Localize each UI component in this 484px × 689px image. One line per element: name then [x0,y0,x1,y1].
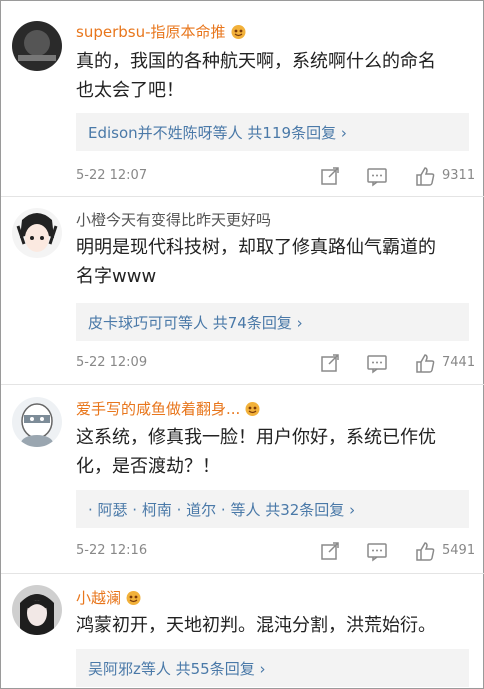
like-icon[interactable] [414,540,436,562]
comment-meta: 5-22 12:07 9311 [76,165,476,189]
timestamp: 5-22 12:16 [76,543,148,558]
reply-summary[interactable]: 吴阿邪z等人 共55条回复 › [76,649,469,687]
username-label[interactable]: 小越澜 [76,589,121,607]
reply-summary[interactable]: · 阿瑟 · 柯南 · 道尔 · 等人 共32条回复 › [76,490,469,528]
comment-text-line: 名字www [76,266,157,287]
avatar[interactable] [12,21,62,71]
username[interactable]: 小橙今天有变得比昨天更好吗 [76,209,271,230]
comment-text-line: 鸿蒙初开，天地初判。混沌分割，洪荒始衍。 [76,615,436,636]
comment-text: 鸿蒙初开，天地初判。混沌分割，洪荒始衍。 [76,611,476,640]
comment-meta: 5-22 12:16 5491 [76,540,476,564]
comment-text-line: 明明是现代科技树，却取了修真路仙气霸道的 [76,237,436,258]
comment-meta: 5-22 12:09 7441 [76,352,476,376]
avatar[interactable] [12,208,62,258]
comment-icon[interactable] [366,352,388,374]
vip-badge-icon [244,401,261,416]
reply-summary[interactable]: 皮卡球巧可可等人 共74条回复 › [76,303,469,341]
comment-text-line: 化，是否渡劫？！ [76,456,220,477]
username-label[interactable]: 小橙今天有变得比昨天更好吗 [76,211,271,229]
vip-badge-icon [125,590,142,605]
comment-text-line: 真的，我国的各种航天啊，系统啊什么的命名 [76,51,436,72]
like-count: 9311 [442,168,476,183]
timestamp: 5-22 12:07 [76,168,148,183]
comment-text: 这系统，修真我一脸！用户你好，系统已作优 化，是否渡劫？！ [76,423,476,481]
username[interactable]: 爱手写的咸鱼做着翻身... [76,398,261,419]
username[interactable]: superbsu-指原本命推 [76,21,247,42]
divider [1,573,484,574]
comment-icon[interactable] [366,165,388,187]
reply-summary-label[interactable]: · 阿瑟 · 柯南 · 道尔 · 等人 共32条回复 › [88,499,355,520]
username[interactable]: 小越澜 [76,587,142,608]
comment-text-line: 这系统，修真我一脸！用户你好，系统已作优 [76,427,436,448]
username-label[interactable]: superbsu-指原本命推 [76,23,226,41]
comment-text-line: 也太会了吧！ [76,80,184,101]
repost-icon[interactable] [319,165,341,187]
reply-summary-label[interactable]: 吴阿邪z等人 共55条回复 › [88,658,266,679]
comment-icon[interactable] [366,540,388,562]
like-icon[interactable] [414,352,436,374]
divider [1,384,484,385]
repost-icon[interactable] [319,540,341,562]
comment-list: superbsu-指原本命推 真的，我国的各种航天啊，系统啊什么的命名 也太会了… [0,0,484,689]
divider [1,196,484,197]
like-count: 5491 [442,543,476,558]
comment-text: 真的，我国的各种航天啊，系统啊什么的命名 也太会了吧！ [76,47,476,105]
reply-summary-label[interactable]: 皮卡球巧可可等人 共74条回复 › [88,312,303,333]
avatar[interactable] [12,397,62,447]
username-label[interactable]: 爱手写的咸鱼做着翻身... [76,400,240,418]
vip-badge-icon [230,24,247,39]
reply-summary[interactable]: Edison并不姓陈呀等人 共119条回复 › [76,113,469,151]
timestamp: 5-22 12:09 [76,355,148,370]
repost-icon[interactable] [319,352,341,374]
like-count: 7441 [442,355,476,370]
avatar[interactable] [12,585,62,635]
reply-summary-label[interactable]: Edison并不姓陈呀等人 共119条回复 › [88,122,347,143]
comment-text: 明明是现代科技树，却取了修真路仙气霸道的 名字www [76,233,476,291]
like-icon[interactable] [414,165,436,187]
